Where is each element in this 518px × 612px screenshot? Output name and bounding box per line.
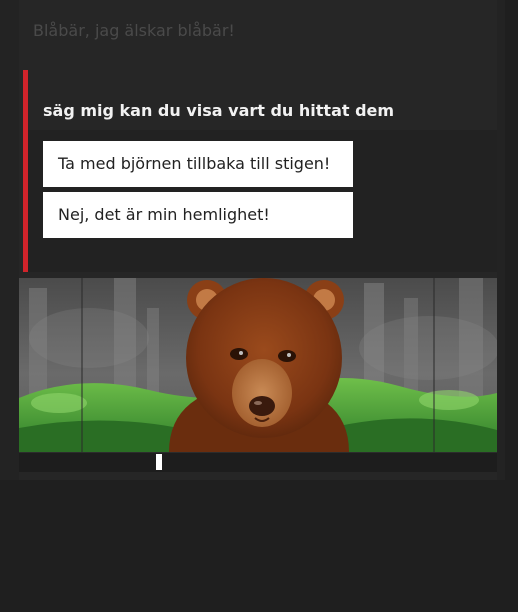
- dialogue-question: säg mig kan du visa vart du hittat dem: [43, 101, 395, 120]
- video-progress-handle[interactable]: [156, 454, 162, 470]
- dialogue-box: säg mig kan du visa vart du hittat dem T…: [23, 70, 497, 272]
- video-progress-track[interactable]: [19, 452, 497, 472]
- choice-button-return-bear[interactable]: Ta med björnen tillbaka till stigen!: [43, 141, 353, 187]
- previous-dialogue-line: Blåbär, jag älskar blåbär!: [33, 21, 235, 40]
- choice-button-keep-secret[interactable]: Nej, det är min hemlighet!: [43, 192, 353, 238]
- forest-background: [19, 278, 497, 452]
- dialogue-header: [28, 70, 497, 130]
- bear-illustration: [169, 278, 349, 452]
- scene-image: [19, 278, 497, 452]
- game-panel: Blåbär, jag älskar blåbär! säg mig kan d…: [0, 0, 505, 480]
